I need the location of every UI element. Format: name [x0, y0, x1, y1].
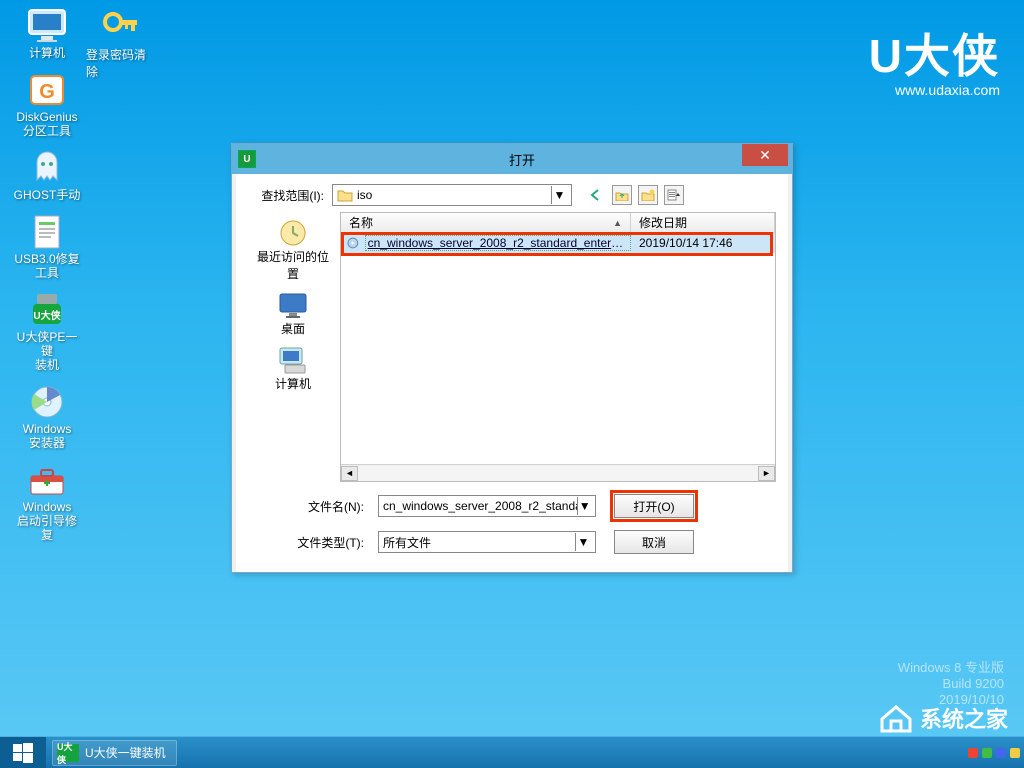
diskgenius-icon: G — [27, 72, 67, 108]
titlebar[interactable]: U 打开 ✕ — [232, 144, 792, 174]
icon-label: U大侠PE一键 装机 — [12, 330, 82, 372]
tray-icon[interactable] — [968, 748, 978, 758]
close-button[interactable]: ✕ — [742, 144, 788, 166]
desktop-icon-password[interactable]: 登录密码清除 — [86, 8, 156, 80]
sort-asc-icon: ▲ — [613, 218, 622, 228]
filetype-value: 所有文件 — [383, 534, 431, 551]
icon-label: DiskGenius 分区工具 — [16, 110, 77, 138]
open-button[interactable]: 打开(O) — [614, 494, 694, 518]
file-date: 2019/10/14 17:46 — [631, 236, 775, 250]
system-tray[interactable] — [968, 748, 1024, 758]
filename-input[interactable]: cn_windows_server_2008_r2_standard_en ▼ — [378, 495, 596, 517]
up-folder-button[interactable] — [612, 185, 632, 205]
taskbar: U大侠 U大侠一键装机 — [0, 736, 1024, 768]
tray-icon[interactable] — [982, 748, 992, 758]
look-in-combo[interactable]: iso ▼ — [332, 184, 572, 206]
iso-file-icon — [347, 237, 361, 249]
desktop-icon-computer[interactable]: 计算机 — [12, 8, 82, 60]
ghost-icon — [27, 150, 67, 186]
sidebar-item-recent[interactable]: 最近访问的位 置 — [257, 218, 329, 282]
column-header-name[interactable]: 名称▲ — [341, 213, 631, 232]
sidebar-item-label: 计算机 — [275, 375, 311, 392]
tray-icon[interactable] — [1010, 748, 1020, 758]
desktop-icon-diskgenius[interactable]: G DiskGenius 分区工具 — [12, 72, 82, 138]
horizontal-scrollbar[interactable]: ◄ ► — [341, 464, 775, 481]
column-header-date[interactable]: 修改日期 — [631, 213, 775, 232]
desktop-icon — [277, 290, 309, 320]
file-row[interactable]: cn_windows_server_2008_r2_standard_enter… — [341, 233, 775, 253]
app-icon: U大侠 — [57, 744, 79, 762]
desktop-icon-udaxiape[interactable]: U大侠 U大侠PE一键 装机 — [12, 292, 82, 372]
icon-label: 计算机 — [29, 46, 65, 60]
desktop-icon-bootfix[interactable]: Windows 启动引导修复 — [12, 462, 82, 542]
new-folder-button[interactable] — [638, 185, 658, 205]
document-icon — [27, 214, 67, 250]
open-dialog: U 打开 ✕ 查找范围(I): iso ▼ — [231, 143, 793, 573]
icon-label: Windows 启动引导修复 — [12, 500, 82, 542]
folder-name: iso — [357, 188, 372, 202]
filetype-label: 文件类型(T): — [248, 534, 378, 551]
look-in-label: 查找范围(I): — [248, 187, 332, 204]
taskbar-app-label: U大侠一键装机 — [85, 744, 166, 761]
desktop-icon-ghost[interactable]: GHOST手动 — [12, 150, 82, 202]
back-button[interactable] — [586, 185, 606, 205]
windows-icon — [12, 742, 34, 764]
disc-icon — [27, 384, 67, 420]
brand-name: U大侠 — [869, 20, 1000, 86]
icon-label: 登录密码清除 — [86, 46, 156, 80]
taskbar-app[interactable]: U大侠 U大侠一键装机 — [52, 740, 177, 766]
brand: U大侠 www.udaxia.com — [869, 20, 1000, 98]
svg-text:U大侠: U大侠 — [33, 309, 61, 322]
house-icon — [878, 703, 914, 733]
sidebar-item-computer[interactable]: 计算机 — [275, 345, 311, 392]
filename-label: 文件名(N): — [248, 498, 378, 515]
footer-logo: 系统之家 — [878, 702, 1008, 734]
chevron-down-icon[interactable]: ▼ — [575, 533, 591, 551]
app-icon: U — [238, 150, 256, 168]
icon-label: GHOST手动 — [14, 188, 81, 202]
cancel-button[interactable]: 取消 — [614, 530, 694, 554]
monitor-icon — [27, 8, 67, 44]
desktop-icon-usb3[interactable]: USB3.0修复 工具 — [12, 214, 82, 280]
chevron-down-icon[interactable]: ▼ — [577, 497, 591, 515]
sidebar-item-desktop[interactable]: 桌面 — [277, 290, 309, 337]
start-button[interactable] — [0, 737, 46, 768]
toolbox-icon — [27, 462, 67, 498]
folder-icon — [337, 188, 353, 202]
sidebar-item-label: 最近访问的位 置 — [257, 248, 329, 282]
scroll-right-icon[interactable]: ► — [758, 466, 775, 481]
scroll-left-icon[interactable]: ◄ — [341, 466, 358, 481]
dialog-title: 打开 — [256, 150, 788, 169]
file-list: 名称▲ 修改日期 cn_windows_server_2008_r2_stand… — [340, 212, 776, 482]
filename-value: cn_windows_server_2008_r2_standard_en — [383, 499, 577, 513]
highlight-box-open: 打开(O) — [610, 490, 698, 522]
tray-icon[interactable] — [996, 748, 1006, 758]
chevron-down-icon[interactable]: ▼ — [551, 186, 567, 204]
file-name: cn_windows_server_2008_r2_standard_enter… — [365, 235, 631, 251]
recent-icon — [277, 218, 309, 248]
svg-text:G: G — [39, 81, 55, 103]
icon-label: USB3.0修复 工具 — [14, 252, 79, 280]
watermark: Windows 8 专业版 Build 9200 2019/10/10 — [898, 660, 1004, 708]
filetype-combo[interactable]: 所有文件 ▼ — [378, 531, 596, 553]
view-menu-button[interactable] — [664, 185, 684, 205]
sidebar-item-label: 桌面 — [281, 320, 305, 337]
udaxia-icon: U大侠 — [27, 292, 67, 328]
desktop-icon-wininstall[interactable]: Windows 安装器 — [12, 384, 82, 450]
key-icon — [101, 8, 141, 44]
computer-icon — [277, 345, 309, 375]
icon-label: Windows 安装器 — [23, 422, 72, 450]
